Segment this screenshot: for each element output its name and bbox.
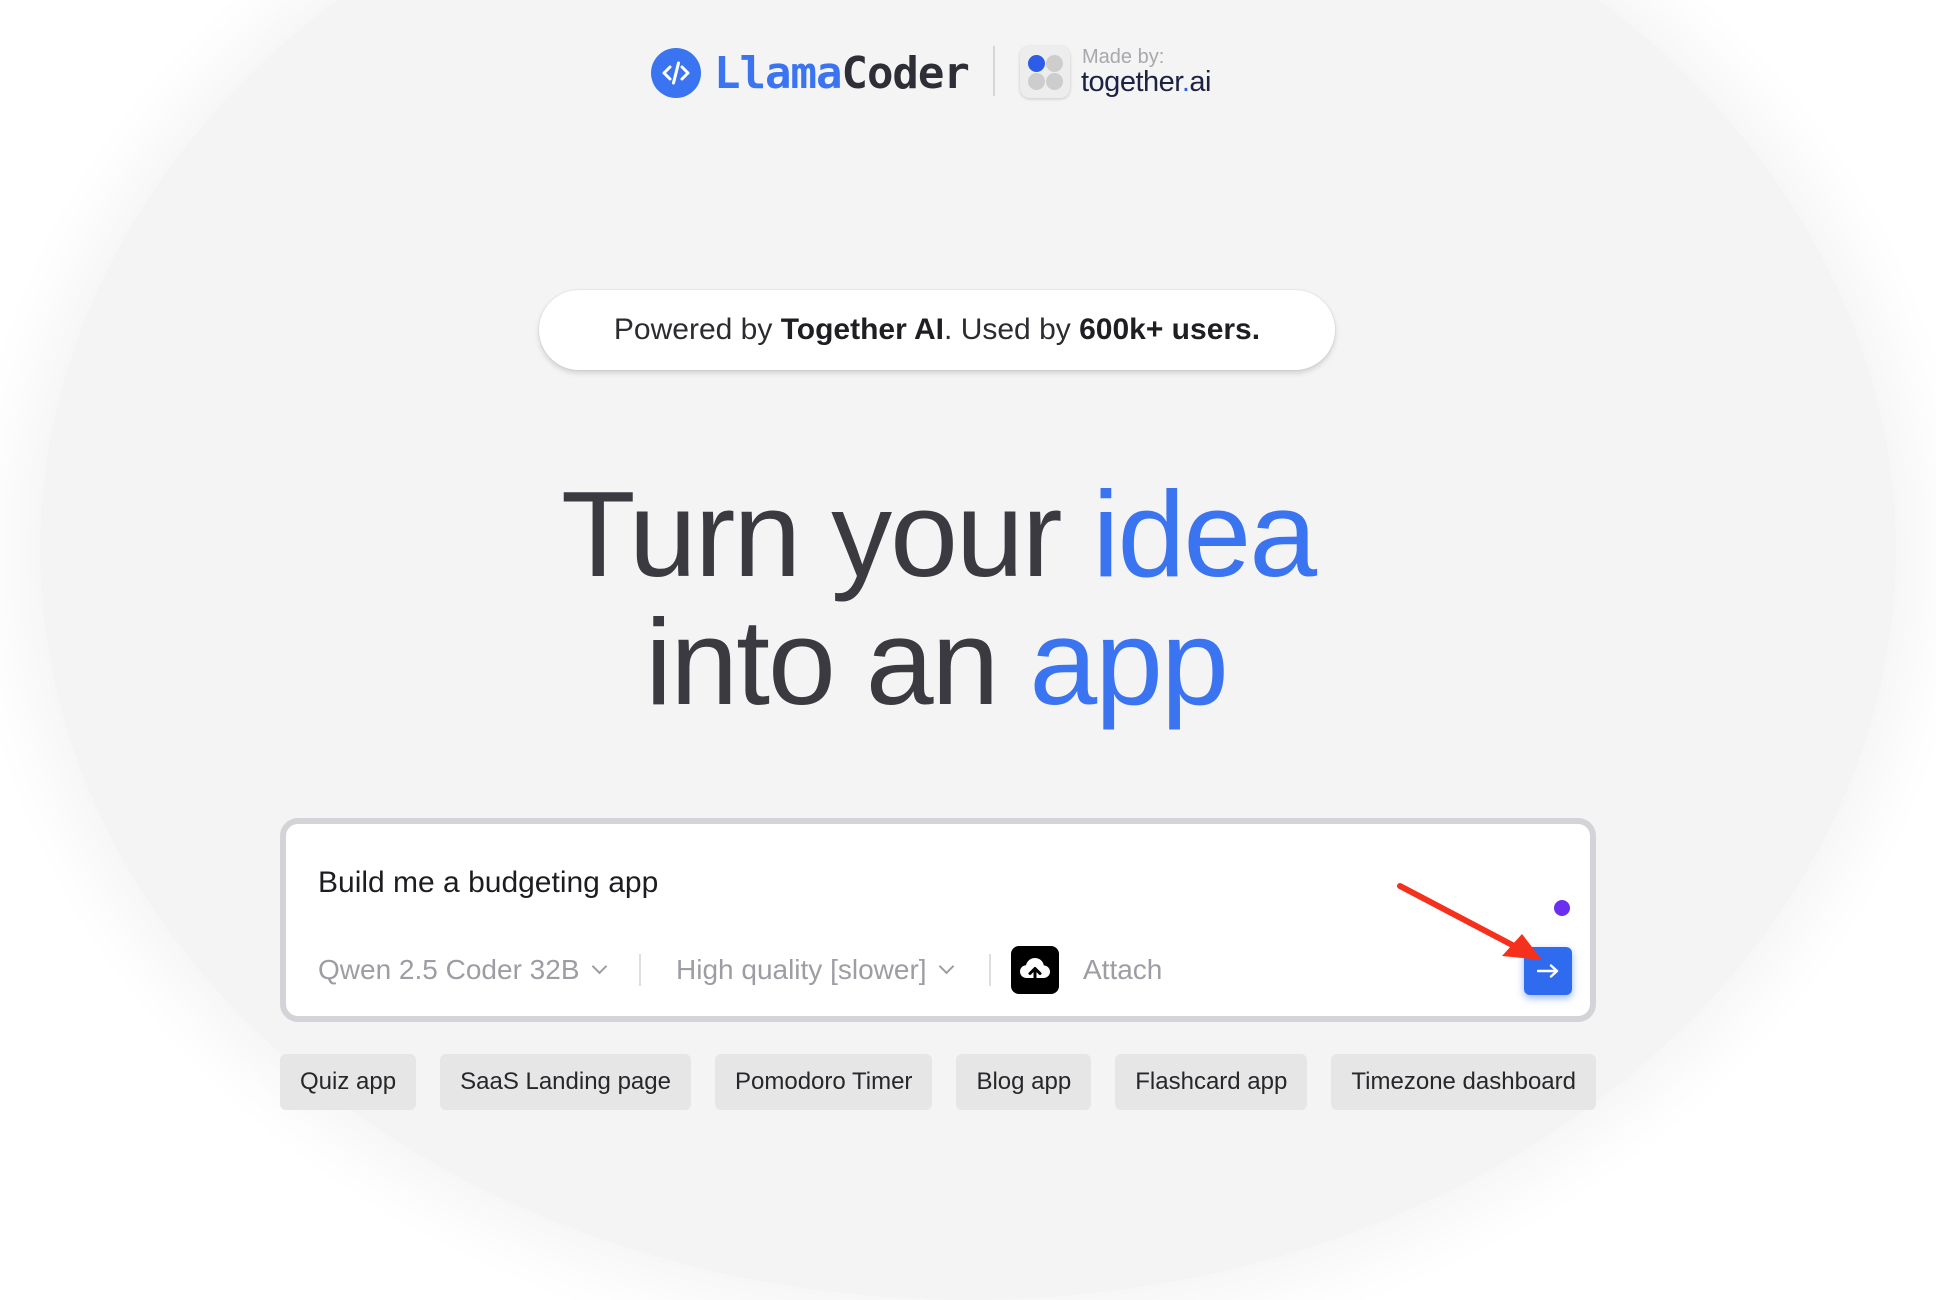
header-divider [993, 46, 995, 96]
headline-accent-idea: idea [1092, 466, 1317, 602]
logo-part-llama: Llama [714, 48, 842, 99]
banner-middle: . Used by [944, 313, 1080, 346]
banner-bold-users: 600k+ users. [1079, 313, 1261, 346]
together-brand-link[interactable]: together.ai [1081, 66, 1211, 99]
cloud-upload-icon[interactable] [1011, 946, 1059, 994]
headline-accent-app: app [1029, 594, 1229, 730]
header: LlamaCoder Made by: together.ai [0, 44, 1936, 104]
banner-prefix: Powered by [613, 313, 781, 346]
app-logo[interactable]: LlamaCoder [714, 46, 970, 102]
arrow-right-icon [1537, 964, 1559, 978]
quality-select[interactable]: High quality [slower] [676, 954, 954, 986]
toolbar-divider [989, 954, 991, 986]
headline-line-1: Turn your idea [0, 470, 1876, 598]
together-logo-icon[interactable] [1020, 46, 1070, 98]
model-select[interactable]: Qwen 2.5 Coder 32B [318, 954, 607, 986]
suggestion-chip-blog-app[interactable]: Blog app [956, 1054, 1092, 1110]
banner-bold-together: Together AI [780, 313, 945, 346]
headline-text-2: into an [645, 594, 1030, 730]
brand-suffix: ai [1189, 66, 1211, 98]
logo-part-coder: Coder [841, 48, 969, 99]
suggestion-chip-timezone-dashboard[interactable]: Timezone dashboard [1331, 1054, 1596, 1110]
suggestion-chip-saas-landing-page[interactable]: SaaS Landing page [440, 1054, 691, 1110]
page: LlamaCoder Made by: together.ai Powered … [0, 0, 1936, 1176]
toolbar-divider [639, 954, 641, 986]
hero-headline: Turn your idea into an app [0, 470, 1876, 726]
suggestion-chip-flashcard-app[interactable]: Flashcard app [1115, 1054, 1308, 1110]
status-indicator [1554, 900, 1570, 916]
prompt-box: Build me a budgeting app Qwen 2.5 Coder … [280, 818, 1596, 1022]
prompt-input[interactable]: Build me a budgeting app [318, 866, 658, 900]
suggestion-chip-quiz-app[interactable]: Quiz app [280, 1054, 417, 1110]
chevron-down-icon [591, 958, 607, 974]
code-icon[interactable] [651, 48, 701, 98]
suggestion-chips: Quiz app SaaS Landing page Pomodoro Time… [280, 1054, 1596, 1112]
headline-text-1: Turn your [560, 466, 1093, 602]
powered-by-banner[interactable]: Powered by Together AI. Used by 600k+ us… [539, 290, 1335, 370]
headline-line-2: into an app [0, 598, 1876, 726]
model-select-value: Qwen 2.5 Coder 32B [318, 954, 580, 985]
chevron-down-icon [938, 958, 954, 974]
brand-name: together [1081, 66, 1182, 98]
attach-button[interactable]: Attach [1083, 954, 1162, 986]
quality-select-value: High quality [slower] [676, 954, 927, 985]
send-button[interactable] [1524, 947, 1572, 995]
suggestion-chip-pomodoro-timer[interactable]: Pomodoro Timer [715, 1054, 933, 1110]
